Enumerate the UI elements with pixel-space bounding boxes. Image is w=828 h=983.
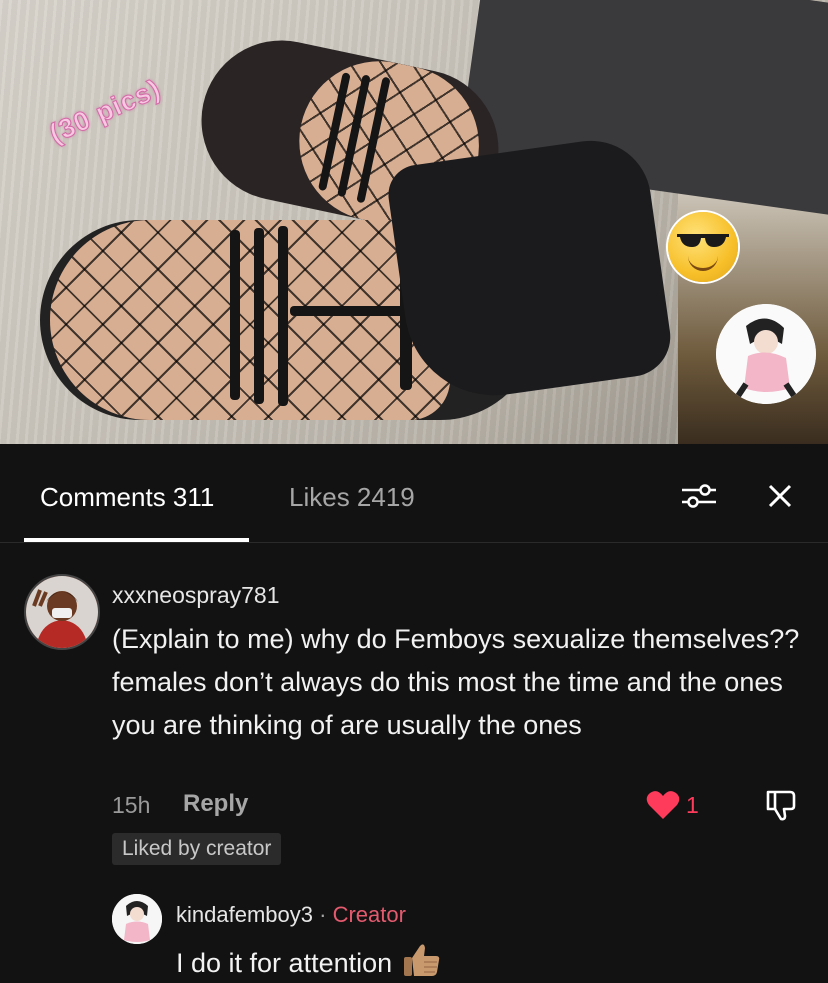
avatar[interactable] xyxy=(112,894,162,944)
separator-dot: · xyxy=(319,902,327,927)
thumbs-down-icon[interactable] xyxy=(764,788,798,822)
tab-bar: Comments 311 Likes 2419 xyxy=(0,444,828,543)
reply-button[interactable]: Reply xyxy=(183,790,248,818)
like-count: 1 xyxy=(686,792,699,818)
comment-text: (Explain to me) why do Femboys sexualize… xyxy=(112,624,800,740)
comment-time: 15h xyxy=(112,792,151,818)
comment-username[interactable]: xxxneospray781 xyxy=(112,582,280,609)
reply-username[interactable]: kindafemboy3 xyxy=(176,902,313,927)
tab-active-indicator xyxy=(24,538,249,542)
post-photo[interactable]: (30 pics) xyxy=(0,0,828,444)
comments-panel: Comments 311 Likes 2419 xxxneospray781 (… xyxy=(0,444,828,983)
filter-sliders-icon[interactable] xyxy=(680,480,718,512)
reply-header: kindafemboy3 · Creator xyxy=(176,902,406,928)
tab-likes[interactable]: Likes 2419 xyxy=(289,482,415,513)
profile-sticker xyxy=(716,304,816,404)
reply-text: I do it for attention xyxy=(176,948,393,978)
thumbs-up-icon xyxy=(404,944,440,976)
avatar[interactable] xyxy=(24,574,100,650)
close-icon[interactable] xyxy=(764,480,796,512)
liked-by-creator-badge: Liked by creator xyxy=(112,833,282,865)
heart-icon[interactable] xyxy=(646,790,680,820)
creator-label: Creator xyxy=(332,902,406,927)
shorts xyxy=(384,133,676,407)
reply-text-row: I do it for attention xyxy=(176,942,442,979)
tab-comments[interactable]: Comments 311 xyxy=(40,482,214,513)
smiling-face-with-sunglasses-icon xyxy=(668,212,738,282)
